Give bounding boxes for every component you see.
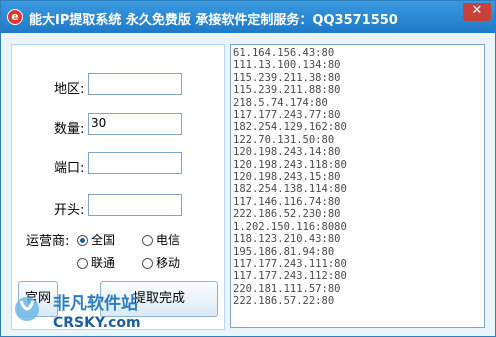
carrier-option-label: 移动 xyxy=(156,256,181,270)
radio-unselected-icon xyxy=(77,258,88,269)
carrier-radio-unicom[interactable]: 联通 xyxy=(77,254,115,271)
ip-list-item[interactable]: 1.202.150.116:8080 xyxy=(231,221,347,233)
ip-list-item[interactable]: 61.164.156.43:80 xyxy=(231,47,347,59)
region-input[interactable] xyxy=(88,73,182,95)
prefix-input[interactable] xyxy=(88,194,182,216)
close-button[interactable]: ✕ xyxy=(463,3,491,21)
ip-list-content: 61.164.156.43:80 111.13.100.134:80 115.239… xyxy=(231,47,347,308)
ip-list-item[interactable]: 222.186.57.22:80 xyxy=(231,295,347,307)
port-input[interactable] xyxy=(88,152,182,174)
ip-list-item[interactable]: 115.239.211.38:80 xyxy=(231,72,347,84)
ip-list-item[interactable]: 117.177.243.112:80 xyxy=(231,270,347,282)
ip-list-item[interactable]: 118.123.210.43:80 xyxy=(231,233,347,245)
carrier-label: 运营商: xyxy=(26,234,70,249)
ip-list-item[interactable]: 120.198.243.15:80 xyxy=(231,171,347,183)
ip-list-item[interactable]: 111.13.100.134:80 xyxy=(231,59,347,71)
prefix-label: 开头: xyxy=(54,203,85,218)
ip-list-item[interactable]: 182.254.129.162:80 xyxy=(231,121,347,133)
ip-list-item[interactable]: 120.198.243.14:80 xyxy=(231,146,347,158)
watermark-en: CRSKY.com xyxy=(53,315,141,331)
ip-result-list[interactable]: 61.164.156.43:80 111.13.100.134:80 115.239… xyxy=(230,44,485,328)
carrier-option-label: 电信 xyxy=(156,233,181,247)
radio-unselected-icon xyxy=(142,258,153,269)
radio-selected-icon xyxy=(77,235,88,246)
ip-list-item[interactable]: 195.186.81.94:80 xyxy=(231,246,347,258)
ip-list-item[interactable]: 117.177.243.111:80 xyxy=(231,258,347,270)
title-bar[interactable]: e 能大IP提取系统 永久免费版 承接软件定制服务：QQ3571550 ✕ xyxy=(1,1,495,33)
carrier-radio-mobile[interactable]: 移动 xyxy=(142,254,180,271)
radio-unselected-icon xyxy=(142,235,153,246)
crsky-watermark: 非凡软件站 CRSKY.com xyxy=(15,293,141,331)
app-window: e 能大IP提取系统 永久免费版 承接软件定制服务：QQ3571550 ✕ 地区… xyxy=(0,0,496,337)
app-logo-icon: e xyxy=(7,9,23,25)
ip-list-item[interactable]: 220.181.111.57:80 xyxy=(231,283,347,295)
ip-list-item[interactable]: 218.5.74.174:80 xyxy=(231,97,347,109)
ip-list-item[interactable]: 120.198.243.118:80 xyxy=(231,159,347,171)
carrier-radio-all[interactable]: 全国 xyxy=(77,231,115,248)
carrier-radio-telecom[interactable]: 电信 xyxy=(142,231,180,248)
ip-list-item[interactable]: 182.254.138.114:80 xyxy=(231,183,347,195)
window-title: 能大IP提取系统 永久免费版 承接软件定制服务：QQ3571550 xyxy=(29,13,398,28)
ip-list-item[interactable]: 115.239.211.88:80 xyxy=(231,84,347,96)
count-label: 数量: xyxy=(54,122,85,137)
ip-list-item[interactable]: 117.177.243.77:80 xyxy=(231,109,347,121)
carrier-option-label: 全国 xyxy=(91,233,116,247)
ip-list-item[interactable]: 122.70.131.50:80 xyxy=(231,134,347,146)
watermark-cn: 非凡软件站 xyxy=(53,293,138,314)
ip-list-item[interactable]: 117.146.116.74:80 xyxy=(231,196,347,208)
region-label: 地区: xyxy=(54,82,85,97)
count-input[interactable]: 30 xyxy=(88,113,182,135)
port-label: 端口: xyxy=(54,161,85,176)
ip-list-item[interactable]: 222.186.52.230:80 xyxy=(231,208,347,220)
carrier-option-label: 联通 xyxy=(91,256,116,270)
